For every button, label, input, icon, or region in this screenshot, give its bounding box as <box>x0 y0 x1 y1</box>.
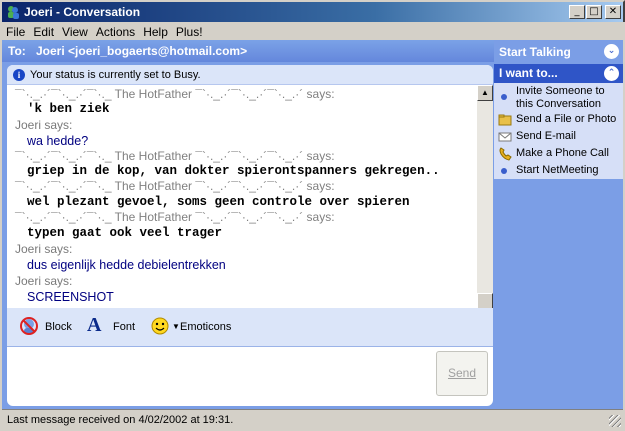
start-talking-header[interactable]: Start Talking ⌄ <box>494 42 623 62</box>
menu-view[interactable]: View <box>58 22 92 39</box>
scroll-up-button[interactable]: ▲ <box>477 85 493 101</box>
last-message-status: Last message received on 4/02/2002 at 19… <box>7 414 234 426</box>
messenger-icon <box>8 6 19 19</box>
envelope-icon <box>498 132 512 142</box>
menu-file[interactable]: File <box>2 22 29 39</box>
chevron-down-icon[interactable]: ⌄ <box>604 44 619 59</box>
font-button[interactable]: A Font <box>87 314 142 336</box>
sender-line: ¯`·._.·´¯`·._.·´¯`·._ The HotFather ¯`·.… <box>15 210 335 224</box>
recipient-bar: To: Joeri <joeri_bogaerts@hotmail.com> <box>2 40 494 62</box>
send-button[interactable]: Send <box>436 351 488 396</box>
smiley-icon <box>151 317 169 335</box>
invite-someone-link[interactable]: Invite Someone to this Conversation <box>516 85 616 111</box>
menu-help[interactable]: Help <box>139 22 172 39</box>
i-want-to-header[interactable]: I want to... ⌃ <box>494 64 623 83</box>
message-text: SCREENSHOT <box>27 290 114 304</box>
send-file-link[interactable]: Send a File or Photo <box>516 113 616 126</box>
info-icon: i <box>13 69 25 81</box>
minimize-button[interactable]: _ <box>569 5 585 19</box>
menu-bar: File Edit View Actions Help Plus! <box>2 22 623 41</box>
sender-line: Joeri says: <box>15 274 73 288</box>
close-button[interactable]: ✕ <box>605 5 621 19</box>
status-notice-text: Your status is currently set to Busy. <box>30 69 201 81</box>
chevron-up-icon[interactable]: ⌃ <box>604 66 619 81</box>
message-input[interactable]: Send <box>7 346 493 406</box>
to-label: To: <box>8 44 26 58</box>
title-bar: Joeri - Conversation _ □ ✕ <box>0 0 625 22</box>
status-bar: Last message received on 4/02/2002 at 19… <box>2 409 623 429</box>
message-text: 'k ben ziek <box>27 102 110 116</box>
bullet-icon <box>501 168 507 174</box>
tasks-sidebar: Start Talking ⌄ I want to... ⌃ Invite So… <box>494 40 623 409</box>
task-list: Invite Someone to this Conversation Send… <box>494 83 623 179</box>
sender-line: Joeri says: <box>15 118 73 132</box>
sender-line: Joeri says: <box>15 242 73 256</box>
menu-actions[interactable]: Actions <box>92 22 139 39</box>
block-label: Block <box>45 321 72 333</box>
sender-line: ¯`·._.·´¯`·._.·´¯`·._ The HotFather ¯`·.… <box>15 87 335 101</box>
window-title: Joeri - Conversation <box>24 5 141 19</box>
message-text: wa hedde? <box>27 134 89 148</box>
message-text: wel plezant gevoel, soms geen controle o… <box>27 195 410 209</box>
menu-plus[interactable]: Plus! <box>172 22 207 39</box>
recipient-address[interactable]: Joeri <joeri_bogaerts@hotmail.com> <box>36 44 247 58</box>
message-toolbar: Block A Font ▼ Emoticons <box>7 308 493 346</box>
phone-icon <box>499 147 512 161</box>
message-text: griep in de kop, van dokter spierontspan… <box>27 164 440 178</box>
emoticons-label: Emoticons <box>180 321 232 333</box>
conversation-history: i Your status is currently set to Busy. … <box>7 65 493 348</box>
netmeeting-link[interactable]: Start NetMeeting <box>516 164 599 177</box>
maximize-button[interactable]: □ <box>586 5 602 19</box>
message-text: typen gaat ook veel trager <box>27 226 223 240</box>
font-icon: A <box>87 314 102 336</box>
message-text: dus eigenlijk hedde debielentrekken <box>27 258 226 272</box>
status-notice: i Your status is currently set to Busy. <box>7 65 493 85</box>
menu-edit[interactable]: Edit <box>29 22 58 39</box>
resize-grip-icon[interactable] <box>609 415 621 427</box>
emoticons-button[interactable]: ▼ Emoticons <box>150 317 240 336</box>
folder-icon <box>498 114 512 126</box>
block-button[interactable]: Block <box>19 317 79 336</box>
font-label: Font <box>113 321 136 333</box>
conversation-pane: To: Joeri <joeri_bogaerts@hotmail.com> i… <box>2 40 494 409</box>
send-email-link[interactable]: Send E-mail <box>516 130 576 143</box>
start-talking-label: Start Talking <box>499 45 571 59</box>
i-want-to-label: I want to... <box>499 66 558 80</box>
chevron-down-icon: ▼ <box>172 322 180 331</box>
block-icon <box>20 317 38 335</box>
sender-line: ¯`·._.·´¯`·._.·´¯`·._ The HotFather ¯`·.… <box>15 179 335 193</box>
phone-call-link[interactable]: Make a Phone Call <box>516 147 609 160</box>
sender-line: ¯`·._.·´¯`·._.·´¯`·._ The HotFather ¯`·.… <box>15 149 335 163</box>
bullet-icon <box>501 94 507 100</box>
